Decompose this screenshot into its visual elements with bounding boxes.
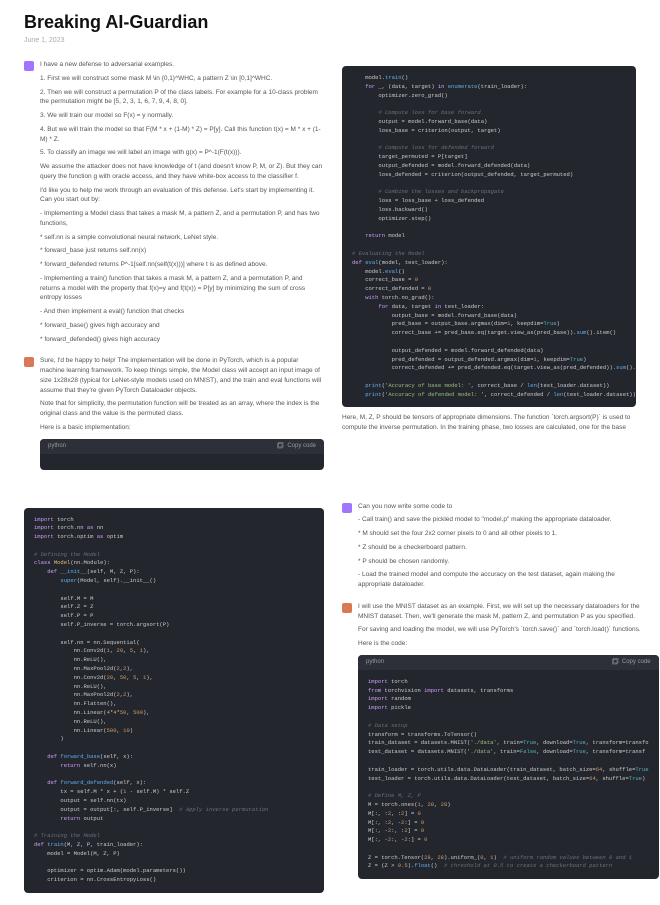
note-text: Here, M, Z, P should be tensors of appro… — [342, 413, 636, 433]
page-title: Breaking AI-Guardian — [24, 12, 636, 33]
assistant-avatar-2 — [342, 603, 352, 613]
user-message-2: Can you now write some code to - Call tr… — [358, 502, 636, 594]
code-block-continued-right-top: model.train() for _, (data, target) in e… — [342, 66, 636, 407]
copy-code-button-2[interactable]: Copy code — [611, 658, 651, 667]
code-body: model.train() for _, (data, target) in e… — [342, 66, 636, 407]
code-lang-label: python — [48, 442, 66, 451]
user-avatar — [24, 61, 34, 71]
code-body-2: import torch import torch.nn as nn impor… — [24, 508, 324, 893]
code-block-right-bottom: python Copy code import torch from torch… — [358, 655, 659, 880]
copy-icon — [611, 658, 619, 666]
code-lang-label-2: python — [366, 658, 384, 667]
copy-icon — [276, 442, 284, 450]
assistant-avatar — [24, 357, 34, 367]
user-avatar-2 — [342, 503, 352, 513]
assistant-message-2: I will use the MNIST dataset as an examp… — [358, 602, 659, 880]
code-block-top: python Copy code — [40, 439, 324, 470]
user-message-1: I have a new defense to adversarial exam… — [40, 60, 324, 348]
assistant-message-1: Sure, I'd be happy to help! The implemen… — [40, 356, 324, 469]
code-body-3: import torch from torchvision import dat… — [358, 670, 659, 880]
code-block-left-bottom: import torch import torch.nn as nn impor… — [24, 508, 324, 893]
copy-code-button[interactable]: Copy code — [276, 442, 316, 451]
post-date: June 1, 2023 — [24, 37, 636, 44]
